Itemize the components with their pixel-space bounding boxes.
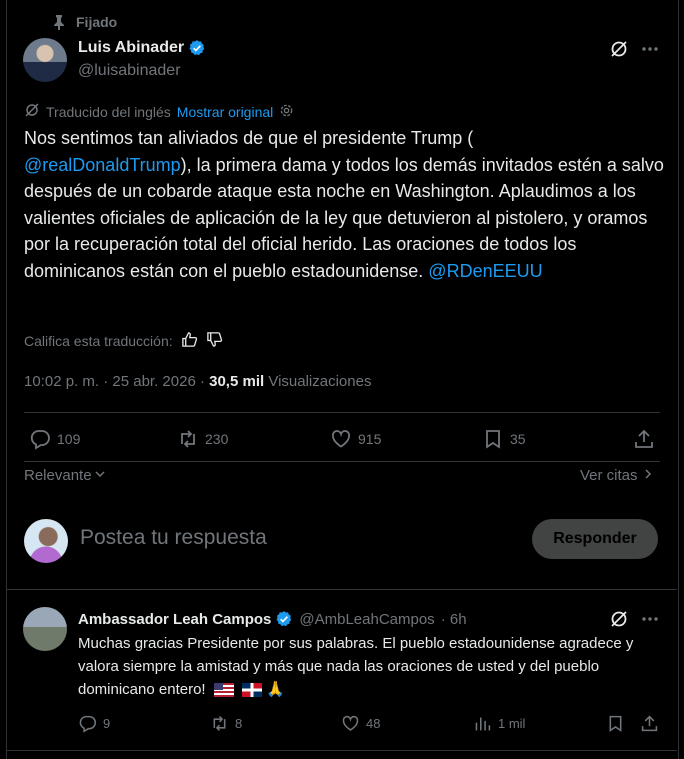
- current-user-avatar[interactable]: [24, 519, 68, 563]
- thumbs-up-icon[interactable]: [181, 331, 198, 351]
- like-count: 915: [358, 431, 382, 447]
- repost-icon: [181, 430, 195, 448]
- reply-action[interactable]: 9: [78, 714, 110, 733]
- like-count: 48: [366, 716, 381, 731]
- reply-text: Muchas gracias Presidente por sus palabr…: [78, 632, 658, 704]
- praying-hands-emoji: 🙏: [266, 681, 285, 698]
- tweet-text-part-1: Nos sentimos tan aliviados de que el pre…: [24, 128, 474, 148]
- like-action[interactable]: 915: [330, 428, 381, 450]
- share-icon: [641, 715, 658, 732]
- us-flag-icon: [213, 681, 234, 704]
- author-avatar[interactable]: [23, 38, 67, 82]
- reply-icon: [30, 430, 50, 450]
- divider: [7, 589, 677, 590]
- views-label: Visualizaciones: [264, 373, 372, 390]
- reply-text-body: Muchas gracias Presidente por sus palabr…: [78, 635, 634, 698]
- show-original-link[interactable]: Mostrar original: [177, 104, 273, 120]
- repost-count: 8: [235, 716, 243, 731]
- sort-dropdown[interactable]: Relevante: [24, 467, 106, 484]
- reply-author-avatar[interactable]: [23, 607, 67, 651]
- reply-time[interactable]: · 6h: [441, 611, 467, 628]
- author-name-text: Luis Abinader: [78, 39, 185, 56]
- views-count: 30,5 mil: [209, 373, 265, 390]
- tweet-text: Nos sentimos tan aliviados de que el pre…: [24, 125, 664, 284]
- reply-input[interactable]: [80, 526, 500, 550]
- view-quotes-label: Ver citas: [580, 467, 638, 484]
- reply-count: 109: [57, 431, 81, 447]
- sort-label: Relevante: [24, 467, 92, 484]
- views-count: 1 mil: [498, 716, 526, 731]
- author-handle[interactable]: @luisabinader: [78, 62, 181, 80]
- repost-count: 230: [205, 431, 229, 447]
- translation-note: Traducido del inglés Mostrar original: [24, 102, 294, 121]
- dominican-flag-icon: [241, 681, 262, 704]
- bookmark-icon: [486, 430, 500, 449]
- grok-icon[interactable]: [609, 609, 629, 629]
- reply-icon: [79, 715, 97, 733]
- rate-translation: Califica esta traducción:: [24, 331, 223, 351]
- translation-note-text: Traducido del inglés: [46, 103, 171, 120]
- pinned-label: Fijado: [52, 14, 117, 30]
- divider: [7, 750, 677, 751]
- like-action[interactable]: 48: [341, 714, 380, 733]
- bookmark-icon: [609, 715, 622, 732]
- repost-action[interactable]: 8: [210, 714, 242, 733]
- chevron-right-icon: [642, 467, 654, 484]
- reply-button-label: Responder: [553, 530, 637, 547]
- views-action[interactable]: 1 mil: [473, 714, 525, 733]
- tweet-timestamp[interactable]: 10:02 p. m. · 25 abr. 2026 ·: [24, 373, 209, 390]
- tweet-meta: 10:02 p. m. · 25 abr. 2026 · 30,5 mil Vi…: [24, 373, 371, 390]
- pinned-text: Fijado: [76, 14, 118, 30]
- reply-action[interactable]: 109: [29, 428, 80, 450]
- bookmark-action[interactable]: 35: [482, 428, 526, 450]
- bookmark-count: 35: [510, 431, 526, 447]
- reply-button[interactable]: Responder: [532, 519, 658, 559]
- reply-header: Ambassador Leah Campos @AmbLeahCampos · …: [78, 610, 467, 628]
- divider: [24, 461, 660, 462]
- more-options-icon[interactable]: [639, 38, 661, 60]
- rate-translation-label: Califica esta traducción:: [24, 333, 173, 349]
- repost-action[interactable]: 230: [177, 428, 228, 450]
- heart-icon: [331, 430, 351, 448]
- mention-link[interactable]: @realDonaldTrump: [24, 155, 181, 175]
- reply-author-handle[interactable]: @AmbLeahCampos: [299, 611, 434, 628]
- share-icon: [635, 429, 653, 448]
- share-action[interactable]: [633, 428, 655, 450]
- views-chart-icon: [475, 717, 491, 731]
- tweet-actions: 109 230 915 35: [24, 428, 660, 452]
- share-action[interactable]: [640, 714, 659, 733]
- view-quotes-link[interactable]: Ver citas: [580, 467, 654, 484]
- bookmark-action[interactable]: [606, 714, 625, 733]
- reply-actions: 9 8 48 1 mil: [78, 714, 660, 736]
- pin-icon: [52, 14, 66, 30]
- verified-badge-icon: [275, 610, 293, 628]
- repost-icon: [213, 716, 226, 731]
- more-options-icon[interactable]: [639, 608, 661, 630]
- mention-link[interactable]: @RDenEEUU: [428, 261, 542, 281]
- reply-count: 9: [103, 716, 111, 731]
- author-name[interactable]: Luis Abinader: [78, 39, 206, 57]
- verified-badge-icon: [188, 39, 206, 57]
- grok-icon[interactable]: [609, 39, 629, 59]
- translate-icon: [24, 102, 40, 121]
- reply-author-name[interactable]: Ambassador Leah Campos: [78, 611, 271, 628]
- thumbs-down-icon[interactable]: [206, 331, 223, 351]
- heart-icon: [342, 715, 359, 731]
- chevron-down-icon: [94, 467, 106, 484]
- translation-settings-icon[interactable]: [279, 103, 294, 121]
- divider: [24, 412, 660, 413]
